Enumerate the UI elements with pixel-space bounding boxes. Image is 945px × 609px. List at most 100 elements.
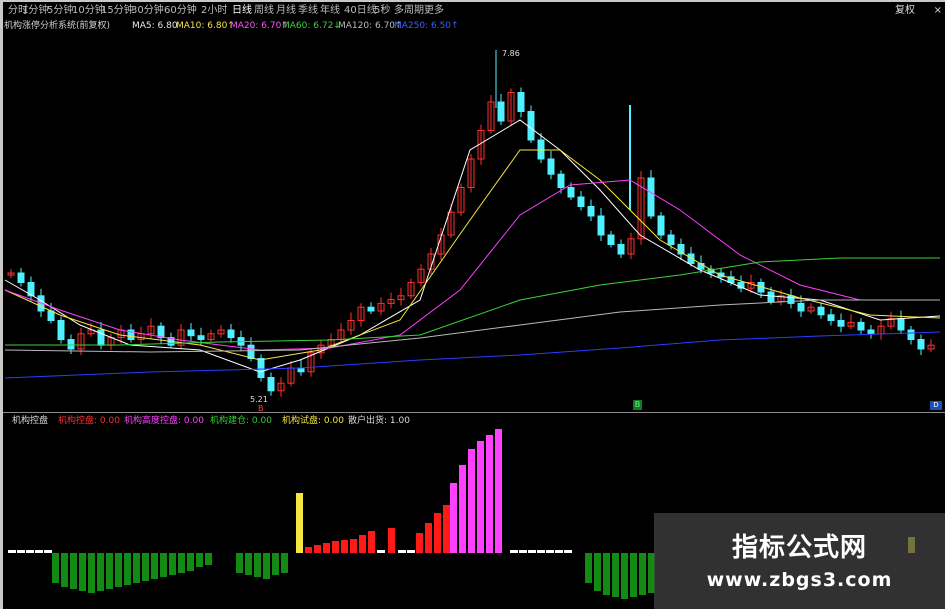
indicator-bar [388,528,395,553]
indicator-bar [407,550,415,553]
indicator-bar [79,553,86,591]
indicator-bar [35,550,43,553]
period-tab-15[interactable]: 多周期 [394,4,424,18]
indicator-bar [555,550,563,553]
period-tab-1[interactable]: 1分钟 [22,4,48,18]
candle [817,306,825,316]
period-tab-9[interactable]: 周线 [254,4,274,18]
ma-legend-item-6: MA250: 6.50↑ [394,21,459,31]
indicator-bar [510,550,518,553]
candle [577,196,585,207]
ind-legend-item-3: 机构建仓: 0.00 [210,416,272,426]
candle [827,314,835,321]
indicator-bar [359,535,366,553]
candle [247,344,255,360]
period-tab-6[interactable]: 60分钟 [164,4,197,18]
ma-legend: 机构涨停分析系统(前复权) MA5: 6.80 MA10: 6.80↑ MA20: 6… [4,20,564,32]
indicator-bar [519,550,527,553]
indicator-bar [281,553,288,573]
period-tab-4[interactable]: 15分钟 [101,4,134,18]
candle [907,329,915,340]
period-tab-16[interactable]: 更多 [424,4,444,18]
indicator-bar [8,550,16,553]
panel-divider[interactable] [3,412,945,413]
period-tab-13[interactable]: 40日线 [344,4,377,18]
candle [767,291,775,302]
indicator-bar [459,465,466,553]
indicator-bar [537,550,545,553]
period-tab-14[interactable]: 5秒 [374,4,390,18]
ma-legend-item-0: 机构涨停分析系统(前复权) [4,21,111,31]
indicator-bar [528,550,536,553]
indicator-bar [196,553,203,567]
indicator-bar [314,545,321,553]
indicator-bar [416,533,423,553]
indicator-bar [398,550,406,553]
candle [867,329,875,335]
period-tab-11[interactable]: 季线 [298,4,318,18]
green-signal-badge: B [633,400,642,410]
indicator-bar [434,513,441,553]
period-tab-12[interactable]: 年线 [320,4,340,18]
candle [47,310,55,321]
candle [267,377,275,392]
candle [197,335,205,341]
low-price-label: 5.21 [250,395,268,404]
indicator-bar [305,547,312,553]
ma250-line [4,331,941,379]
indicator-bar [477,441,484,553]
indicator-bar [52,553,59,583]
indicator-bar [585,553,592,583]
period-tab-10[interactable]: 月线 [276,4,296,18]
indicator-bar [70,553,77,589]
candle [587,206,595,217]
indicator-bar [450,483,457,553]
indicator-bar [377,550,385,553]
indicator-bar [245,553,252,575]
indicator-bar [546,550,554,553]
indicator-bar [603,553,610,595]
indicator-bar [236,553,243,573]
candle [497,101,505,122]
candle [527,111,535,141]
period-tab-7[interactable]: 2小时 [201,4,227,18]
ma-legend-item-3: MA20: 6.70↑ [230,21,289,31]
watermark-url: www.zbgs3.com [706,569,893,591]
indicator-bar [88,553,95,593]
indicator-bar [160,553,167,577]
indicator-bar [151,553,158,579]
indicator-bar [44,550,52,553]
watermark-overlay: 指标公式网 www.zbgs3.com [654,513,945,609]
ind-legend-item-2: 机构高度控盘: 0.00 [124,416,204,426]
close-icon[interactable]: × [934,4,942,18]
candle [547,158,555,175]
indicator-bar [443,505,450,553]
left-border [0,0,3,609]
indicator-bar [263,553,270,579]
ind-legend-item-1: 机构控盘: 0.00 [58,416,120,426]
buy-signal-marker: B [258,404,264,413]
period-tab-3[interactable]: 10分钟 [72,4,105,18]
indicator-bar [124,553,131,585]
high-price-label: 7.86 [502,49,520,58]
candle [607,234,615,245]
indicator-bar [594,553,601,591]
indicator-bar [468,449,475,553]
candle [557,173,565,188]
candle [227,329,235,339]
indicator-bar [486,435,493,553]
period-tab-2[interactable]: 5分钟 [47,4,73,18]
indicator-bar [341,540,348,553]
candle [597,215,605,236]
ma20-line [4,179,940,351]
indicator-bar [97,553,104,591]
candle [897,318,905,331]
period-toolbar: 分时 1分钟 5分钟 10分钟 15分钟 30分钟 60分钟 2小时 日线 周线 月线 季线 年线 40日… [4,4,945,18]
indicator-bar [639,553,646,595]
indicator-bar [178,553,185,573]
indicator-bar [133,553,140,583]
period-tab-8[interactable]: 日线 [232,4,252,18]
period-tab-5[interactable]: 30分钟 [131,4,164,18]
adjust-button[interactable]: 复权 [895,4,915,18]
candle [367,306,375,312]
